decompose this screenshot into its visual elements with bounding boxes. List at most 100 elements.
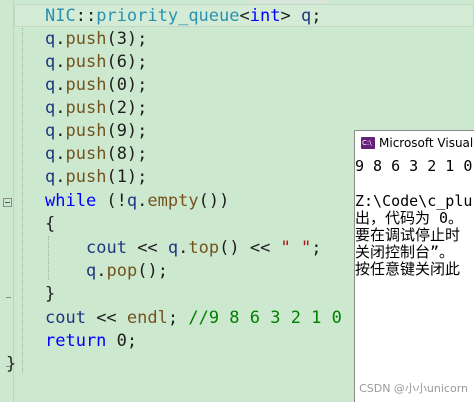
code-token: . xyxy=(55,29,66,49)
code-line[interactable]: cout << endl; //9 8 6 3 2 1 0 xyxy=(45,307,342,330)
code-token: . xyxy=(178,238,189,258)
code-token: . xyxy=(55,75,66,95)
code-token: :: xyxy=(75,6,97,26)
code-line[interactable]: { xyxy=(45,213,55,236)
console-line: 关闭控制台”。 xyxy=(355,243,455,261)
code-token: . xyxy=(55,52,66,72)
code-token: () << xyxy=(219,238,281,258)
code-token: q xyxy=(126,191,138,211)
code-token: int xyxy=(249,6,281,26)
code-token: q xyxy=(167,238,179,258)
code-line[interactable]: cout << q.top() << " "; xyxy=(86,237,322,260)
code-token: NIC xyxy=(45,6,76,26)
code-token: ; xyxy=(311,238,322,258)
code-token: (2); xyxy=(106,98,148,118)
console-title-bar[interactable]: C:\ Microsoft Visual St xyxy=(355,131,474,156)
code-token: top xyxy=(188,238,220,258)
console-app-icon: C:\ xyxy=(361,137,375,149)
code-token: . xyxy=(55,98,66,118)
fold-end-marker xyxy=(6,297,11,298)
code-token: . xyxy=(55,167,66,187)
code-line[interactable]: q.push(1); xyxy=(45,166,147,189)
code-line[interactable]: } xyxy=(45,283,55,306)
code-line[interactable]: q.push(0); xyxy=(45,74,147,97)
code-token: (); xyxy=(137,261,168,281)
code-token: push xyxy=(65,121,107,141)
code-line[interactable]: } xyxy=(6,353,16,376)
code-token: } xyxy=(6,354,17,374)
code-token: push xyxy=(65,75,107,95)
code-token: ()) xyxy=(198,191,230,211)
console-line: 出，代码为 0。 xyxy=(355,209,464,227)
console-window[interactable]: C:\ Microsoft Visual St 9 8 6 3 2 1 0 Z:\… xyxy=(354,130,474,402)
code-token: q xyxy=(45,144,56,164)
code-token: . xyxy=(55,121,66,141)
code-token: while xyxy=(45,191,97,211)
code-line[interactable]: q.push(3); xyxy=(45,28,147,51)
code-token: push xyxy=(65,144,107,164)
code-token: ; xyxy=(311,6,322,26)
code-token: cout xyxy=(45,308,86,328)
code-token: empty xyxy=(147,191,199,211)
code-token: (6); xyxy=(106,52,148,72)
code-token: push xyxy=(65,98,107,118)
code-token: push xyxy=(65,29,107,49)
code-line[interactable]: q.push(9); xyxy=(45,120,147,143)
code-token: push xyxy=(65,167,107,187)
code-token: (9); xyxy=(106,121,148,141)
code-token: q xyxy=(45,75,56,95)
code-line[interactable]: q.pop(); xyxy=(86,260,168,283)
code-token: pop xyxy=(106,261,138,281)
code-token: push xyxy=(65,52,107,72)
code-token: q xyxy=(45,52,56,72)
code-token: < xyxy=(239,6,250,26)
code-token: (0); xyxy=(106,75,148,95)
fold-toggle-icon[interactable] xyxy=(3,198,12,207)
code-token: //9 8 6 3 2 1 0 xyxy=(188,308,342,328)
code-token: q xyxy=(45,98,56,118)
code-token: . xyxy=(55,144,66,164)
code-token: 0; xyxy=(106,331,138,351)
code-token: ; xyxy=(167,308,189,328)
gutter-divider xyxy=(13,0,14,402)
code-token: q xyxy=(300,6,312,26)
code-token: q xyxy=(86,261,97,281)
code-token: q xyxy=(45,29,56,49)
code-line[interactable]: while (!q.empty()) xyxy=(45,190,229,213)
code-token: (3); xyxy=(106,29,148,49)
top-strip xyxy=(250,0,330,3)
code-token: q xyxy=(45,121,56,141)
code-token: } xyxy=(45,284,56,304)
code-token: " " xyxy=(280,238,312,258)
indent-guide xyxy=(48,236,49,280)
code-token: { xyxy=(45,214,56,234)
code-token: endl xyxy=(126,308,168,328)
code-token: return xyxy=(45,331,107,351)
code-token: q xyxy=(45,167,56,187)
code-token: (1); xyxy=(106,167,148,187)
console-app-icon-glyph: C:\ xyxy=(362,139,372,147)
indent-guide xyxy=(22,28,23,373)
code-token: priority_queue xyxy=(96,6,240,26)
code-token: (! xyxy=(96,191,127,211)
console-line: 按任意键关闭此 xyxy=(355,260,461,278)
code-token: > xyxy=(280,6,301,26)
console-line: 要在调试停止时 xyxy=(355,226,461,244)
watermark: CSDN @小小unicorn xyxy=(359,382,468,395)
code-token: << xyxy=(126,238,168,258)
code-token: . xyxy=(96,261,107,281)
code-token: (8); xyxy=(106,144,148,164)
code-token: . xyxy=(137,191,148,211)
console-output[interactable]: 9 8 6 3 2 1 0 Z:\Code\c_plu 出，代码为 0。 要在调试停止… xyxy=(355,155,474,402)
code-line[interactable]: NIC::priority_queue<int> q; xyxy=(45,5,321,28)
code-line[interactable]: q.push(6); xyxy=(45,51,147,74)
code-line[interactable]: q.push(8); xyxy=(45,143,147,166)
console-title: Microsoft Visual St xyxy=(379,136,474,150)
code-line[interactable]: return 0; xyxy=(45,330,137,353)
code-token: cout xyxy=(86,238,127,258)
screen: NIC::priority_queue<int> q; q.push(3); q.p… xyxy=(0,0,474,402)
code-line[interactable]: q.push(2); xyxy=(45,97,147,120)
console-line: 9 8 6 3 2 1 0 xyxy=(355,157,473,175)
code-token: << xyxy=(85,308,127,328)
console-line: Z:\Code\c_plu xyxy=(355,192,473,210)
